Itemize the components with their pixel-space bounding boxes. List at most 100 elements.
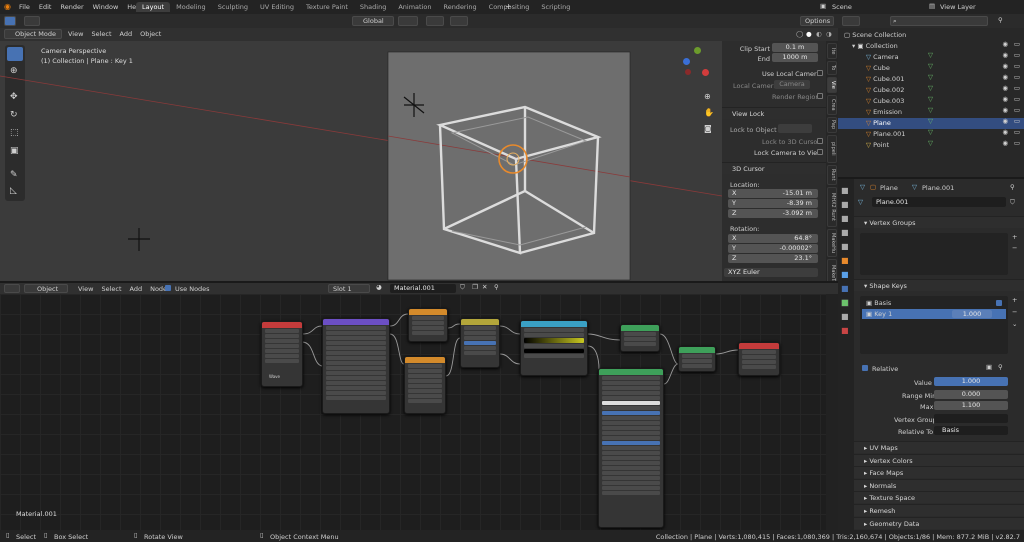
shading-wireframe-icon[interactable]: ◯	[796, 31, 803, 38]
shading-rendered-icon[interactable]: ◑	[826, 31, 832, 38]
shape-key-value-field[interactable]: 1.000	[952, 310, 992, 318]
node-header[interactable]	[521, 321, 587, 327]
shading-material-icon[interactable]: ◐	[816, 31, 822, 38]
workspace-tab-rendering[interactable]: Rendering	[437, 2, 482, 12]
value-slider[interactable]: 1.000	[934, 377, 1008, 386]
shape-key-mute-checkbox[interactable]	[996, 311, 1002, 317]
render-camera-icon[interactable]: ▭	[1014, 140, 1020, 147]
visibility-eye-icon[interactable]: ◉	[1002, 74, 1008, 81]
node-header[interactable]	[323, 319, 389, 325]
shading-solid-icon[interactable]: ●	[806, 31, 812, 38]
tool-drag-icon[interactable]	[24, 16, 40, 26]
view-layer-name[interactable]: View Layer	[940, 3, 976, 11]
pin-icon[interactable]: ⚲	[1010, 184, 1015, 191]
render-camera-icon[interactable]: ▭	[1014, 107, 1020, 114]
n-panel-tab-4[interactable]: Pap	[827, 117, 837, 133]
cursor-rot-y-field[interactable]: Y -0.00002°	[728, 244, 818, 253]
n-panel-tab-2[interactable]: Vie	[827, 77, 837, 93]
vertex-group-field[interactable]	[934, 414, 1008, 423]
menu-item-window[interactable]: Window	[93, 3, 119, 11]
visibility-eye-icon[interactable]: ◉	[1002, 129, 1008, 136]
pivot-dropdown[interactable]	[398, 16, 418, 26]
proportional-edit-toggle[interactable]	[450, 16, 468, 26]
render-camera-icon[interactable]: ▭	[1014, 52, 1020, 59]
vertex-groups-panel-header[interactable]: ▾ Vertex Groups	[854, 216, 1024, 228]
viewport-menu-view[interactable]: View	[68, 30, 83, 38]
edit-mode-toggle-icon[interactable]: ▣	[986, 364, 992, 371]
visibility-eye-icon[interactable]: ◉	[1002, 52, 1008, 59]
blender-logo-icon[interactable]: ◉	[4, 3, 11, 11]
outliner-search-input[interactable]: ⌕	[890, 16, 988, 26]
visibility-eye-icon[interactable]: ◉	[1002, 85, 1008, 92]
node-header[interactable]	[262, 322, 302, 328]
gizmo-z-icon[interactable]	[683, 58, 690, 65]
panel-header-remesh[interactable]: ▸ Remesh	[854, 503, 1024, 516]
clip-end-field[interactable]: 1000 m	[772, 53, 818, 62]
material-slot-dropdown[interactable]: Slot 1	[328, 284, 370, 293]
cursor-loc-y-field[interactable]: Y -8.39 m	[728, 199, 818, 208]
principled-bsdf-node[interactable]	[598, 368, 664, 528]
mode-dropdown[interactable]: Object Mode	[4, 29, 62, 39]
render-camera-icon[interactable]: ▭	[1014, 74, 1020, 81]
cursor-loc-z-field[interactable]: Z -3.092 m	[728, 209, 818, 218]
properties-tab-icon[interactable]: ■	[841, 327, 849, 335]
properties-tab-icon[interactable]: ■	[841, 313, 849, 321]
unlink-material-icon[interactable]: ✕	[482, 284, 487, 291]
node-menu-select[interactable]: Select	[101, 285, 121, 293]
node-header[interactable]	[679, 347, 715, 353]
duplicate-material-icon[interactable]: ❐	[472, 284, 478, 291]
visibility-eye-icon[interactable]: ◉	[1002, 41, 1008, 48]
panel-header-texture-space[interactable]: ▸ Texture Space	[854, 491, 1024, 504]
mapping-node[interactable]	[322, 318, 390, 414]
visibility-eye-icon[interactable]: ◉	[1002, 107, 1008, 114]
n-panel-tab-7[interactable]: MHX2 Runt	[827, 187, 837, 227]
add-vertex-group-icon[interactable]: +	[1012, 234, 1017, 241]
properties-tab-icon[interactable]: ■	[841, 285, 849, 293]
panel-header-geometry-data[interactable]: ▸ Geometry Data	[854, 516, 1024, 529]
shape-key-row[interactable]: ▣ Basis	[862, 298, 1006, 308]
node-header[interactable]	[409, 309, 447, 315]
local-camera-field[interactable]: Camera	[774, 80, 810, 89]
shader-type-dropdown[interactable]: Object	[24, 284, 68, 293]
fake-user-shield-icon[interactable]: ⛉	[460, 284, 465, 291]
transform-orientation-dropdown[interactable]: Global	[352, 16, 394, 26]
3d-viewport[interactable]: ⊕ ✥ ↻ ⬚ ▣ ✎ ◺ Camera Perspective (1) Col…	[0, 41, 722, 281]
properties-tab-icon[interactable]: ■	[841, 215, 849, 223]
visibility-eye-icon[interactable]: ◉	[1002, 140, 1008, 147]
properties-tab-icon[interactable]: ■	[841, 271, 849, 279]
snap-toggle[interactable]	[426, 16, 444, 26]
viewport-menu-add[interactable]: Add	[120, 30, 133, 38]
panel-header-vertex-colors[interactable]: ▸ Vertex Colors	[854, 453, 1024, 466]
properties-tab-icon[interactable]: ■	[841, 243, 849, 251]
outliner-item-row[interactable]: ▽ Point ▽ ◉ ▭	[838, 140, 1024, 151]
n-panel-tab-0[interactable]: Ite	[827, 43, 837, 59]
filter-icon[interactable]: ⚲	[998, 17, 1003, 24]
properties-tab-icon[interactable]: ■	[841, 299, 849, 307]
navigation-gizmo[interactable]	[680, 47, 718, 83]
n-panel-tab-5[interactable]: pipeli	[827, 135, 837, 163]
3d-cursor-panel-header[interactable]: 3D Cursor	[722, 162, 826, 174]
cursor-rot-x-field[interactable]: X 64.8°	[728, 234, 818, 243]
workspace-tab-modeling[interactable]: Modeling	[170, 2, 212, 12]
material-browse-icon[interactable]: ◕	[376, 284, 382, 291]
node-menu-add[interactable]: Add	[130, 285, 143, 293]
fake-user-shield-icon[interactable]: ⛉	[1010, 199, 1015, 206]
use-local-camera-checkbox[interactable]	[817, 70, 823, 76]
lock-to-object-field[interactable]	[778, 124, 812, 133]
wave-texture-node[interactable]	[404, 356, 446, 414]
vertex-groups-list[interactable]	[860, 233, 1008, 275]
gizmo-negy-icon[interactable]	[685, 69, 691, 75]
color-ramp-node[interactable]	[520, 320, 588, 376]
max-field[interactable]: 1.100	[934, 401, 1008, 410]
remove-shape-key-icon[interactable]: −	[1012, 309, 1017, 316]
scene-collection-row[interactable]: ▢ Scene Collection	[838, 30, 1024, 41]
editor-type-dropdown[interactable]	[4, 284, 20, 293]
mesh-datablock-field[interactable]: Plane.001	[872, 197, 1006, 207]
properties-tab-icon[interactable]: ■	[841, 257, 849, 265]
zoom-icon[interactable]: ⊕	[704, 93, 711, 101]
lock-camera-to-view-checkbox[interactable]	[817, 149, 823, 155]
render-camera-icon[interactable]: ▭	[1014, 85, 1020, 92]
workspace-tab-scripting[interactable]: Scripting	[535, 2, 576, 12]
visibility-eye-icon[interactable]: ◉	[1002, 63, 1008, 70]
node-editor-canvas[interactable]: Wave Material.001	[0, 294, 838, 530]
